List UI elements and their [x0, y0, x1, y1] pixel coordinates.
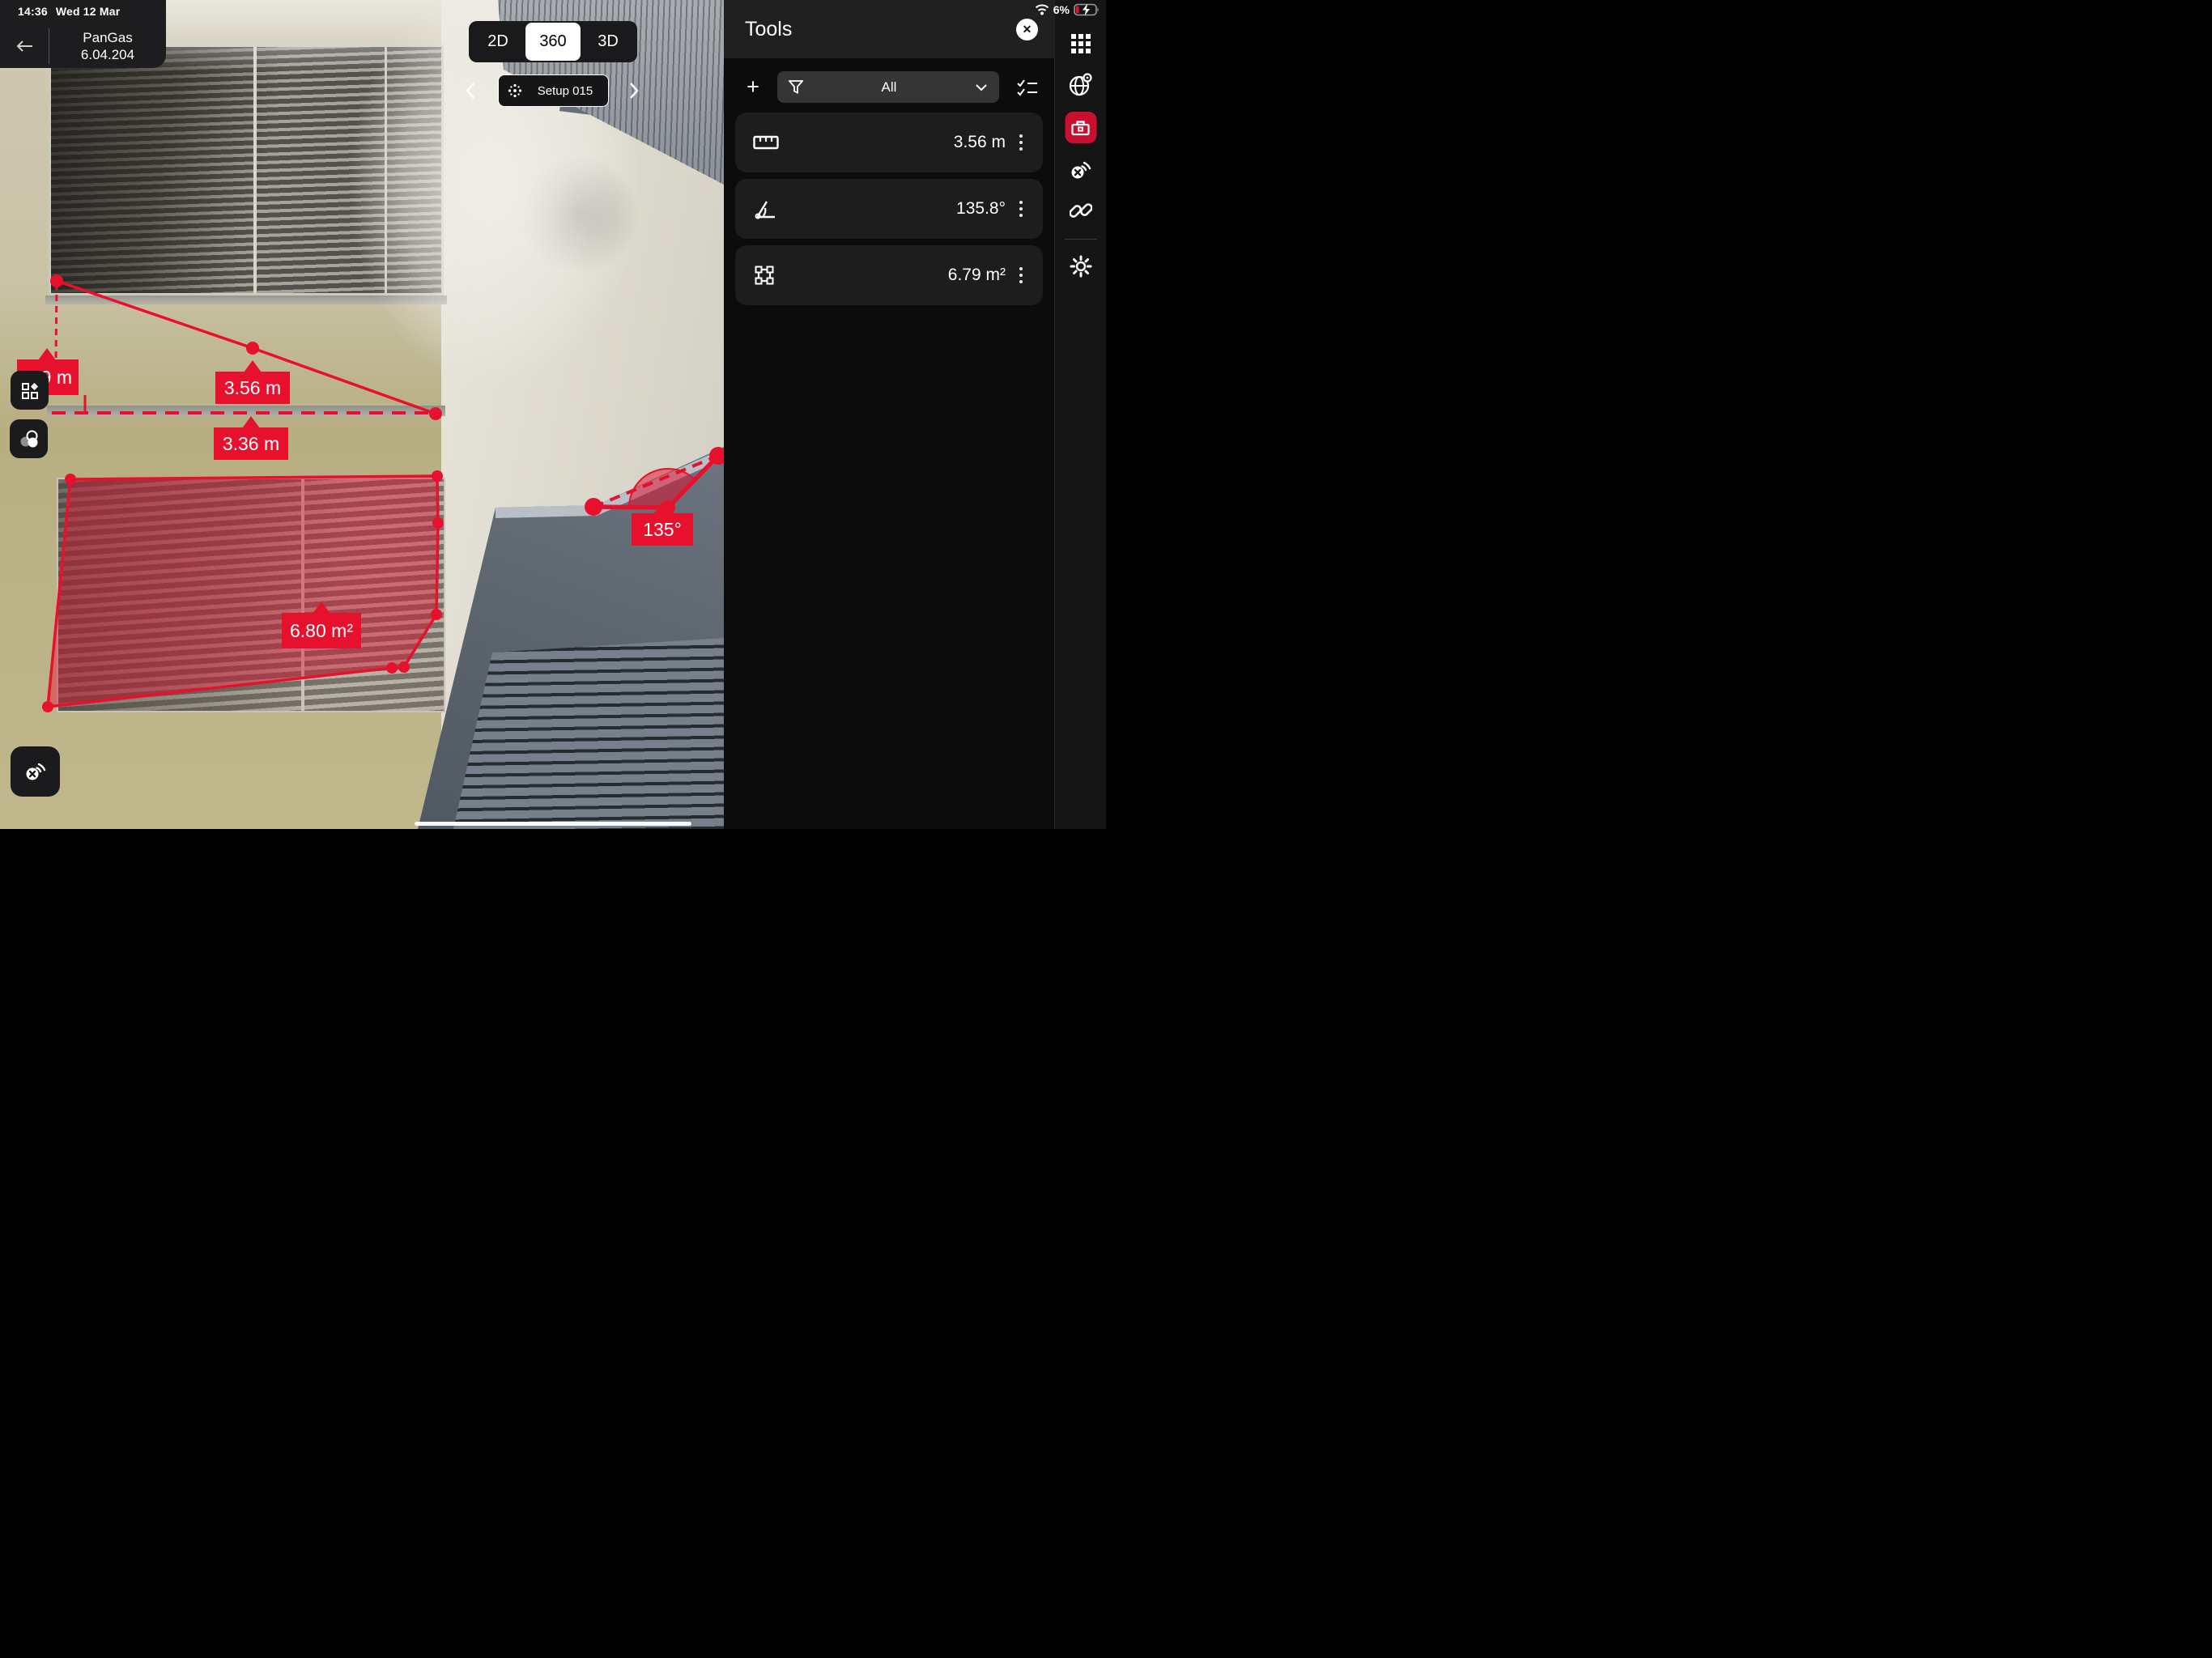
- measurement-row-area[interactable]: 6.79 m²: [735, 245, 1043, 305]
- measure-point[interactable]: [432, 517, 444, 529]
- settings-gear-icon: [1069, 254, 1093, 278]
- measure-point[interactable]: [42, 701, 53, 712]
- kebab-menu-icon: [1019, 133, 1023, 152]
- area-icon: [753, 264, 776, 287]
- apps-grid-icon: [1070, 32, 1092, 55]
- status-bar: 14:36 Wed 12 Mar: [0, 0, 166, 18]
- measure-point[interactable]: [50, 274, 63, 287]
- rail-divider: [1065, 239, 1097, 240]
- status-date: Wed 12 Mar: [56, 5, 121, 18]
- checklist-icon: [1016, 78, 1039, 97]
- battery-charging-icon: [1074, 3, 1101, 16]
- sensor-disconnected-button[interactable]: [11, 746, 60, 797]
- tools-panel: Tools ✕ + All: [724, 0, 1054, 829]
- next-setup-button[interactable]: [628, 81, 640, 100]
- measure-point[interactable]: [386, 662, 398, 674]
- project-name: PanGas: [49, 29, 166, 46]
- sensor-disconnected-icon: [23, 760, 48, 783]
- measure-point[interactable]: [429, 407, 442, 420]
- toolbox-icon: [1070, 118, 1091, 138]
- measure-point[interactable]: [431, 609, 442, 620]
- app-window: 19 m 3.56 m 3.36 m 6.80 m² 135°: [0, 0, 1106, 829]
- system-status: 6%: [1035, 3, 1101, 16]
- ruler-icon: [753, 133, 779, 152]
- back-arrow-icon: [15, 39, 34, 53]
- measure-label-angle[interactable]: 135°: [632, 513, 693, 546]
- project-version: 6.04.204: [49, 46, 166, 63]
- widgets-button[interactable]: [11, 371, 49, 410]
- measure-guide-dashed: [56, 283, 57, 361]
- row-menu-button[interactable]: [1006, 266, 1036, 285]
- circles-icon: [19, 429, 40, 449]
- tab-3d[interactable]: 3D: [581, 23, 636, 61]
- link-button[interactable]: [1070, 199, 1092, 222]
- tools-filter-row: + All: [737, 71, 1041, 103]
- view-switcher: 2D 360 3D: [469, 21, 637, 62]
- measurement-row-distance[interactable]: 3.56 m: [735, 113, 1043, 172]
- multi-select-button[interactable]: [1014, 78, 1041, 97]
- measurement-row-angle[interactable]: 135.8°: [735, 179, 1043, 239]
- map-globe-button[interactable]: [1069, 73, 1093, 97]
- home-indicator[interactable]: [415, 822, 691, 826]
- measure-point[interactable]: [432, 470, 443, 482]
- close-panel-button[interactable]: ✕: [1016, 19, 1038, 40]
- measure-label-text: 3.56 m: [224, 377, 281, 399]
- angle-icon: [753, 198, 777, 219]
- measure-label-text: 6.80 m²: [290, 620, 353, 642]
- setup-name: Setup 015: [530, 84, 600, 98]
- measurement-overlay: [0, 0, 724, 829]
- measure-line[interactable]: [57, 281, 253, 348]
- widgets-icon: [19, 380, 40, 400]
- filter-funnel-icon: [789, 80, 803, 94]
- apps-grid-button[interactable]: [1070, 32, 1092, 55]
- prev-setup-button[interactable]: [465, 81, 476, 100]
- filter-dropdown[interactable]: All: [777, 71, 999, 103]
- row-menu-button[interactable]: [1006, 199, 1036, 219]
- status-time: 14:36: [18, 5, 48, 18]
- page-title: PanGas 6.04.204: [49, 29, 166, 63]
- measurement-value: 135.8°: [956, 199, 1006, 219]
- row-menu-button[interactable]: [1006, 133, 1036, 152]
- right-toolbar: [1054, 0, 1106, 829]
- measure-label-text: 135°: [643, 519, 682, 541]
- tools-panel-header: Tools ✕: [724, 0, 1054, 58]
- measure-label-text: 3.36 m: [223, 433, 279, 455]
- setup-scan-icon: [507, 83, 523, 99]
- tab-2d[interactable]: 2D: [470, 23, 525, 61]
- layers-blend-button[interactable]: [10, 419, 48, 458]
- back-button[interactable]: [0, 39, 49, 53]
- kebab-menu-icon: [1019, 199, 1023, 219]
- measurement-value: 6.79 m²: [948, 266, 1006, 285]
- measure-label-area[interactable]: 6.80 m²: [282, 613, 361, 648]
- setup-selector[interactable]: Setup 015: [498, 74, 609, 107]
- measure-point[interactable]: [246, 342, 259, 355]
- kebab-menu-icon: [1019, 266, 1023, 285]
- measurement-value: 3.56 m: [954, 133, 1006, 152]
- sensor-disconnected-button[interactable]: [1069, 159, 1093, 181]
- measure-point[interactable]: [398, 661, 410, 673]
- pano-photo[interactable]: 19 m 3.56 m 3.36 m 6.80 m² 135°: [0, 0, 724, 829]
- sensor-disconnected-icon: [1069, 159, 1093, 181]
- area-polygon[interactable]: [48, 476, 438, 707]
- filter-selected-value: All: [803, 79, 975, 96]
- measure-label-distance[interactable]: 3.56 m: [215, 372, 290, 404]
- tools-button-active[interactable]: [1065, 112, 1096, 143]
- measure-point[interactable]: [585, 498, 602, 516]
- globe-location-icon: [1069, 73, 1093, 97]
- tab-360[interactable]: 360: [525, 23, 581, 61]
- wifi-icon: [1035, 4, 1049, 15]
- battery-percent: 6%: [1053, 3, 1070, 16]
- measure-label-distance[interactable]: 3.36 m: [214, 427, 288, 460]
- chevron-down-icon: [975, 83, 988, 91]
- settings-button[interactable]: [1069, 254, 1093, 278]
- add-measurement-button[interactable]: +: [737, 74, 769, 100]
- status-title-box: 14:36 Wed 12 Mar PanGas 6.04.204: [0, 0, 166, 68]
- tools-panel-title: Tools: [745, 18, 792, 41]
- link-icon: [1070, 199, 1092, 222]
- measure-point[interactable]: [65, 474, 76, 485]
